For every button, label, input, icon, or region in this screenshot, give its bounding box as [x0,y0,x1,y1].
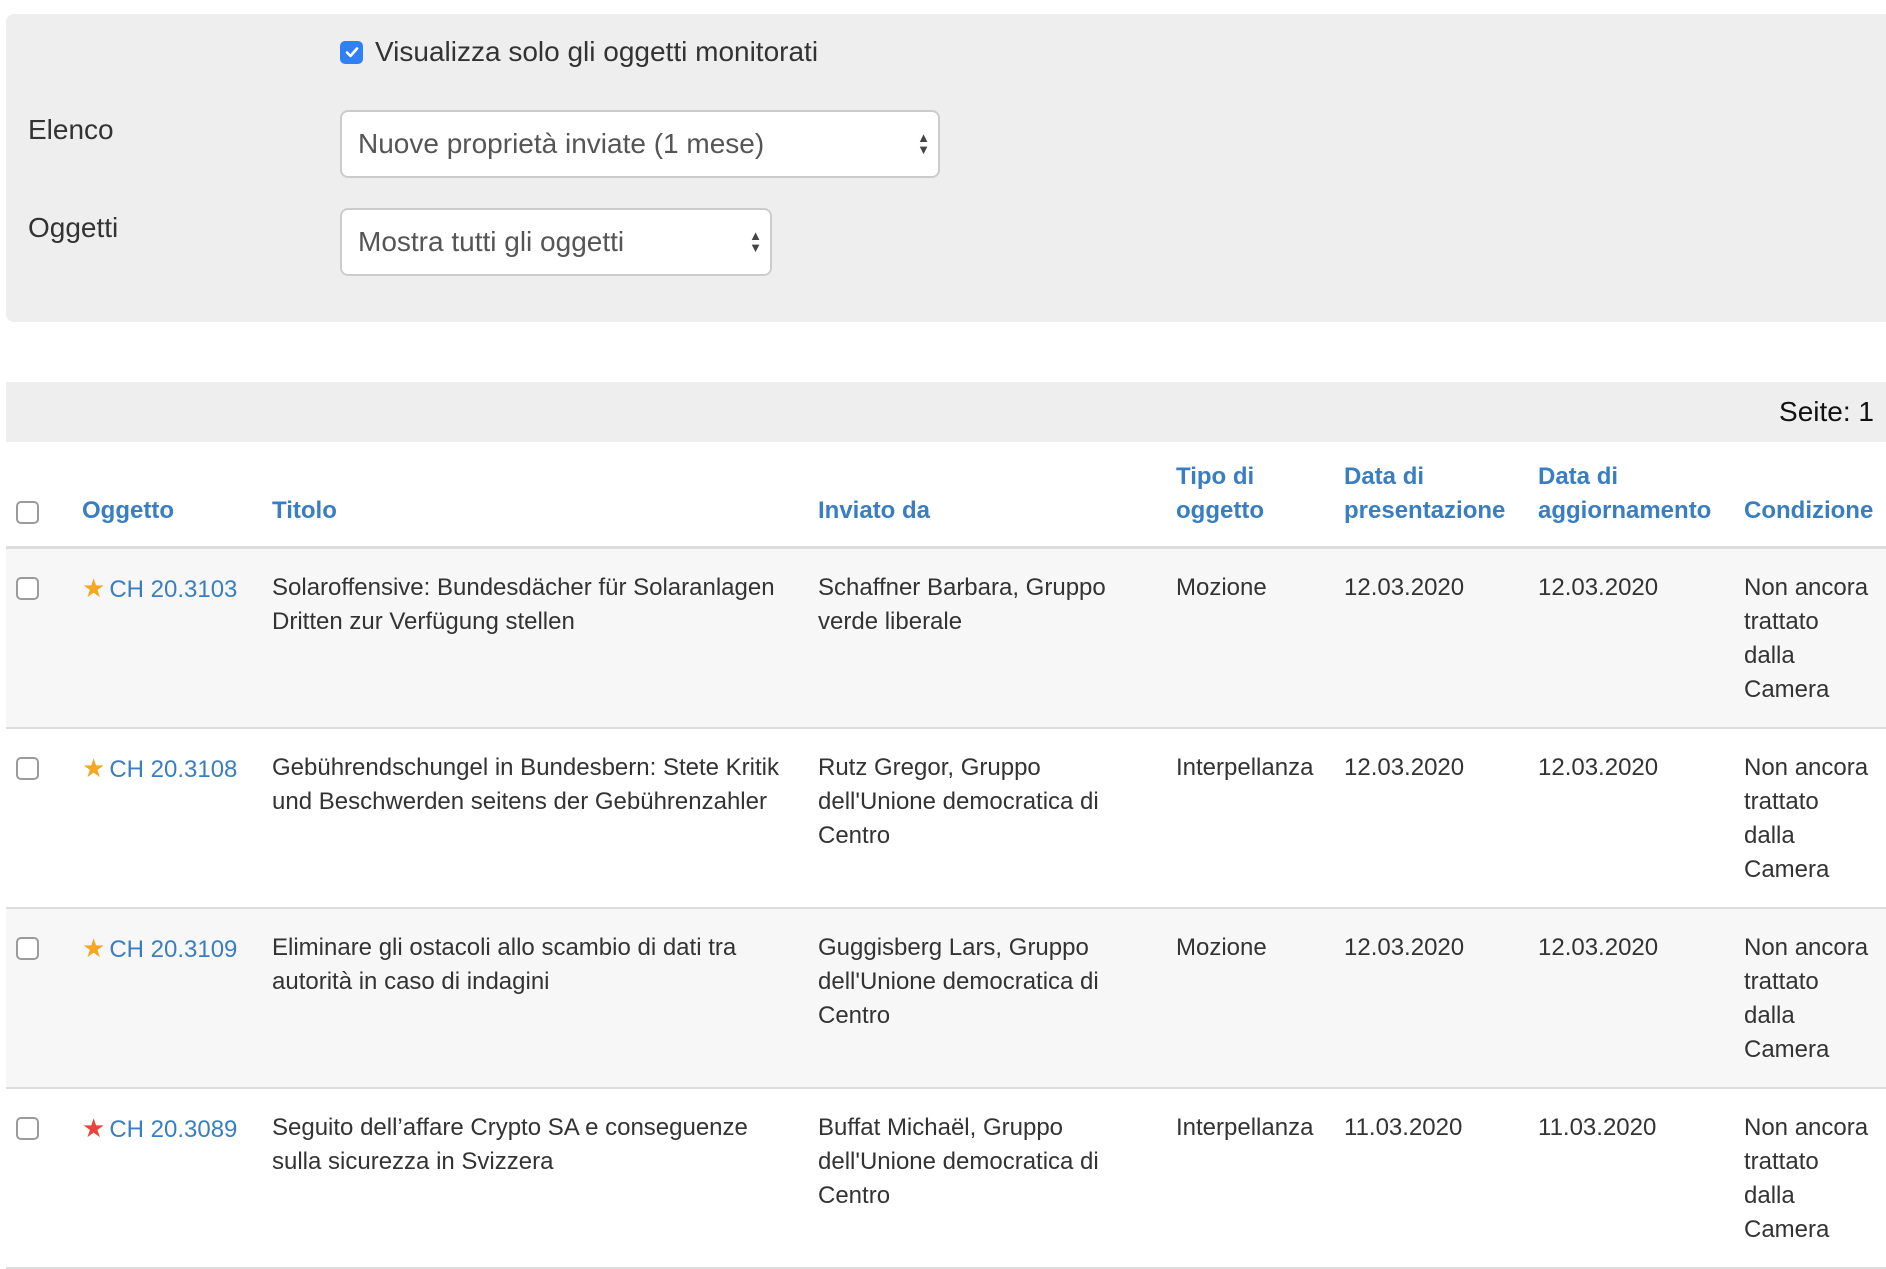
objects-label: Oggetti [28,212,119,243]
column-header-status[interactable]: Condizione [1734,442,1886,549]
row-select-cell [6,547,72,729]
date-presented-cell: 12.03.2020 [1334,908,1528,1089]
submitted-by-cell: Guggisberg Lars, Gruppo dell'Unione demo… [808,908,1166,1089]
type-cell: Mozione [1166,547,1334,729]
title-cell: Gebührendschungel in Bundesbern: Stete K… [262,728,808,909]
objects-select[interactable]: Mostra tutti gli oggetti ▲ ▼ [340,208,772,276]
star-orange-icon[interactable]: ★ [82,933,105,963]
object-cell: ★ CH 20.3103 [72,547,262,729]
table-row: ★ CH 20.3089 Seguito dell’affare Crypto S… [6,1088,1886,1269]
title-cell: Seguito dell’affare Crypto SA e consegue… [262,1088,808,1269]
date-updated-cell: 12.03.2020 [1528,547,1734,729]
objects-select-value: Mostra tutti gli oggetti [358,226,625,257]
pager-bar: Seite: 1 [6,382,1886,442]
column-header-object[interactable]: Oggetto [72,442,262,549]
column-header-date-updated[interactable]: Data di aggiornamento [1528,442,1734,549]
table-row: ★ CH 20.3103 Solaroffensive: Bundesdächer… [6,547,1886,729]
row-checkbox[interactable] [16,757,39,780]
star-orange-icon[interactable]: ★ [82,573,105,603]
date-updated-cell: 12.03.2020 [1528,728,1734,909]
monitor-only-label: Visualizza solo gli oggetti monitorati [375,36,819,67]
submitted-by-cell: Schaffner Barbara, Gruppo verde liberale [808,547,1166,729]
type-cell: Mozione [1166,908,1334,1089]
row-select-cell [6,1088,72,1269]
object-link[interactable]: CH 20.3103 [109,576,237,603]
date-updated-cell: 12.03.2020 [1528,908,1734,1089]
row-checkbox[interactable] [16,1117,39,1140]
table-header-row: Oggetto Titolo Inviato da Tipo di oggetto… [6,442,1886,549]
row-checkbox[interactable] [16,577,39,600]
row-select-cell [6,908,72,1089]
table-row: ★ CH 20.3108 Gebührendschungel in Bundesb… [6,728,1886,909]
column-header-title[interactable]: Titolo [262,442,808,549]
list-label: Elenco [28,114,114,145]
star-orange-icon[interactable]: ★ [82,753,105,783]
column-header-submitted-by[interactable]: Inviato da [808,442,1166,549]
date-presented-cell: 12.03.2020 [1334,547,1528,729]
object-cell: ★ CH 20.3089 [72,1088,262,1269]
monitor-only-checkbox[interactable] [340,40,363,64]
object-link[interactable]: CH 20.3109 [109,936,237,963]
status-cell: Non ancora trattato dalla Camera [1734,908,1886,1089]
select-arrows-icon: ▲ ▼ [917,130,930,157]
title-cell: Solaroffensive: Bundesdächer für Solaran… [262,547,808,729]
column-header-date-presented[interactable]: Data di presentazione [1334,442,1528,549]
type-cell: Interpellanza [1166,728,1334,909]
list-select-value: Nuove proprietà inviate (1 mese) [358,128,765,159]
objects-table-wrapper: Oggetto Titolo Inviato da Tipo di oggetto… [6,442,1886,1269]
status-cell: Non ancora trattato dalla Camera [1734,547,1886,729]
page-indicator: Seite: 1 [1779,396,1874,427]
row-select-cell [6,728,72,909]
date-presented-cell: 12.03.2020 [1334,728,1528,909]
objects-table: Oggetto Titolo Inviato da Tipo di oggetto… [6,442,1886,1269]
type-cell: Interpellanza [1166,1088,1334,1269]
object-cell: ★ CH 20.3108 [72,728,262,909]
row-checkbox[interactable] [16,937,39,960]
date-updated-cell: 11.03.2020 [1528,1088,1734,1269]
date-presented-cell: 11.03.2020 [1334,1088,1528,1269]
status-cell: Non ancora trattato dalla Camera [1734,1088,1886,1269]
star-red-icon[interactable]: ★ [82,1113,105,1143]
object-link[interactable]: CH 20.3108 [109,756,237,783]
select-arrows-icon: ▲ ▼ [749,228,762,255]
status-cell: Non ancora trattato dalla Camera [1734,728,1886,909]
title-cell: Eliminare gli ostacoli allo scambio di d… [262,908,808,1089]
monitor-only-toggle[interactable]: Visualizza solo gli oggetti monitorati [340,36,818,68]
list-select[interactable]: Nuove proprietà inviate (1 mese) ▲ ▼ [340,110,940,178]
column-header-type[interactable]: Tipo di oggetto [1166,442,1334,549]
filter-panel: Visualizza solo gli oggetti monitorati E… [6,14,1886,322]
table-row: ★ CH 20.3109 Eliminare gli ostacoli allo … [6,908,1886,1089]
submitted-by-cell: Buffat Michaël, Gruppo dell'Unione democ… [808,1088,1166,1269]
object-cell: ★ CH 20.3109 [72,908,262,1089]
object-link[interactable]: CH 20.3089 [109,1116,237,1143]
select-all-cell [6,442,72,549]
select-all-checkbox[interactable] [16,501,39,524]
submitted-by-cell: Rutz Gregor, Gruppo dell'Unione democrat… [808,728,1166,909]
checkmark-icon [345,47,358,58]
